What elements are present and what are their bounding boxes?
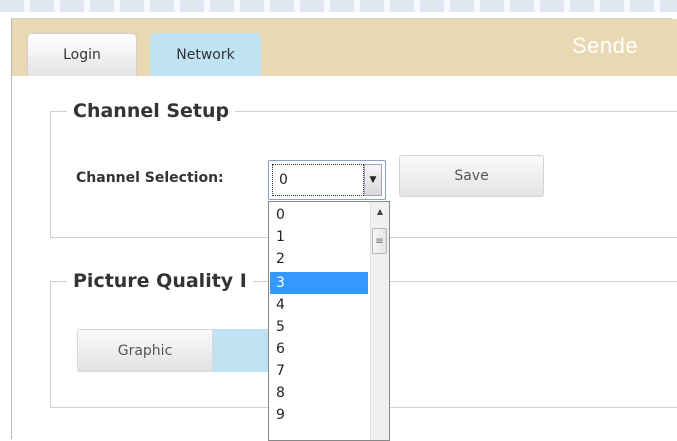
app-frame: Login Network Sende Channel Setup Channe… [0, 0, 677, 441]
dropdown-scrollbar[interactable]: ▲ ≡ [370, 202, 389, 440]
channel-dropdown-list[interactable]: 0 1 2 3 4 5 6 7 8 9 ▲ ≡ [268, 201, 390, 441]
chevron-down-icon[interactable]: ▼ [364, 164, 382, 196]
dropdown-option[interactable]: 1 [270, 226, 368, 248]
dropdown-option[interactable]: 6 [270, 338, 368, 360]
graphic-button[interactable]: Graphic [77, 329, 213, 372]
channel-select[interactable]: 0 ▼ [268, 160, 386, 200]
top-decorative-strip [0, 0, 677, 12]
channel-setup-legend: Channel Setup [73, 100, 230, 122]
tab-login[interactable]: Login [27, 33, 137, 76]
dropdown-option[interactable]: 7 [270, 360, 368, 382]
save-button[interactable]: Save [399, 155, 544, 197]
dropdown-option[interactable]: 8 [270, 382, 368, 404]
picture-quality-legend: Picture Quality I [73, 270, 247, 292]
scroll-thumb[interactable]: ≡ [372, 228, 387, 254]
header-title: Sende [572, 33, 639, 58]
dropdown-option[interactable]: 5 [270, 316, 368, 338]
dropdown-option[interactable]: 4 [270, 294, 368, 316]
tab-network[interactable]: Network [150, 33, 261, 76]
scroll-up-arrow-icon[interactable]: ▲ [371, 202, 389, 220]
dropdown-option[interactable]: 9 [270, 404, 368, 426]
channel-selection-label: Channel Selection: [76, 170, 224, 186]
dropdown-option-highlighted[interactable]: 3 [270, 272, 368, 294]
dropdown-option[interactable]: 2 [270, 248, 368, 270]
dropdown-option[interactable]: 0 [270, 204, 368, 226]
channel-select-value: 0 [272, 164, 364, 196]
